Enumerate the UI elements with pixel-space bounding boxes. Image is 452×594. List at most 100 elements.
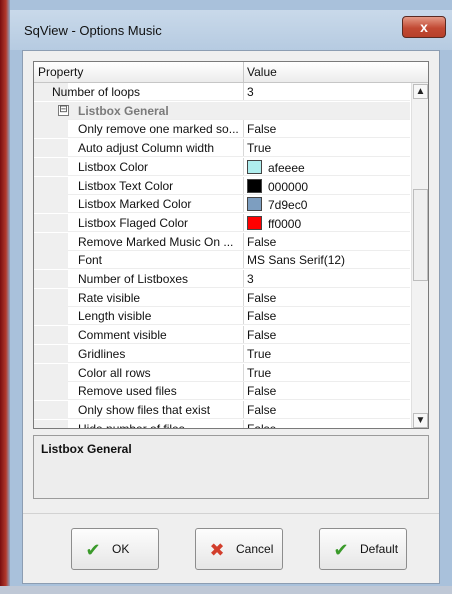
property-value[interactable]: 3	[247, 272, 254, 286]
row-gridline	[68, 137, 410, 138]
property-value[interactable]: 3	[247, 85, 254, 99]
row-gridline	[68, 418, 410, 419]
property-value-text: False	[247, 122, 277, 136]
property-row[interactable]: Only show files that exist False	[34, 401, 410, 419]
ok-button[interactable]: ✔ OK	[71, 528, 159, 570]
property-value[interactable]: True	[247, 141, 271, 155]
column-header-property[interactable]: Property	[38, 65, 83, 79]
background-window-edge	[0, 0, 10, 594]
property-name: Hide number of files	[78, 422, 185, 429]
scroll-up-arrow-icon[interactable]: ▲	[413, 84, 428, 99]
row-gridline	[68, 231, 410, 232]
row-gutter	[34, 158, 68, 176]
property-name: Length visible	[78, 309, 152, 323]
property-row[interactable]: Number of loops 3	[34, 83, 410, 101]
close-button[interactable]: x	[402, 16, 446, 38]
property-value[interactable]: True	[247, 347, 271, 361]
column-gridline	[243, 177, 244, 195]
property-value[interactable]: MS Sans Serif(12)	[247, 253, 345, 267]
property-value[interactable]: False	[247, 291, 276, 305]
property-row[interactable]: Remove used files False	[34, 382, 410, 400]
window-title: SqView - Options Music	[24, 23, 162, 38]
column-gridline	[243, 382, 244, 400]
property-row[interactable]: Listbox Text Color 000000	[34, 177, 410, 195]
scrollbar-thumb[interactable]	[413, 189, 428, 281]
property-value-text: False	[247, 291, 277, 305]
description-title: Listbox General	[41, 442, 132, 456]
column-gridline	[243, 158, 244, 176]
property-row[interactable]: Number of Listboxes 3	[34, 270, 410, 288]
property-value[interactable]: True	[247, 366, 271, 380]
row-gridline	[68, 399, 410, 400]
column-gridline	[243, 270, 244, 288]
property-row[interactable]: Comment visible False	[34, 326, 410, 344]
column-gridline	[243, 345, 244, 363]
property-row[interactable]: Gridlines True	[34, 345, 410, 363]
row-gridline	[68, 324, 410, 325]
property-value[interactable]: 000000	[247, 179, 308, 194]
property-value[interactable]: False	[247, 328, 276, 342]
property-value[interactable]: ff0000	[247, 216, 301, 231]
default-button[interactable]: ✔ Default	[319, 528, 407, 570]
property-name: Remove used files	[78, 384, 177, 398]
property-row[interactable]: Auto adjust Column width True	[34, 139, 410, 157]
row-gutter	[34, 307, 68, 325]
row-gridline	[68, 343, 410, 344]
scroll-down-arrow-icon[interactable]: ▼	[413, 413, 428, 428]
column-gridline	[243, 195, 244, 213]
property-row[interactable]: Hide number of files False	[34, 420, 410, 429]
column-divider[interactable]	[243, 62, 244, 82]
row-gutter	[34, 289, 68, 307]
collapse-icon[interactable]: ⊟	[58, 105, 69, 116]
separator	[23, 513, 439, 514]
property-row[interactable]: Color all rows True	[34, 364, 410, 382]
property-row[interactable]: Font MS Sans Serif(12)	[34, 251, 410, 269]
property-name: Listbox Flaged Color	[78, 216, 189, 230]
property-value[interactable]: False	[247, 384, 276, 398]
column-gridline	[243, 326, 244, 344]
column-gridline	[243, 307, 244, 325]
property-name: Color all rows	[78, 366, 151, 380]
property-name: Remove Marked Music On ...	[78, 235, 234, 249]
category-row[interactable]: ⊟ Listbox General	[34, 102, 410, 120]
column-gridline	[243, 214, 244, 232]
property-value[interactable]: False	[247, 309, 276, 323]
column-gridline	[243, 420, 244, 428]
property-value[interactable]: False	[247, 422, 277, 429]
property-value-text: False	[247, 422, 277, 429]
property-row[interactable]: Remove Marked Music On ... False	[34, 233, 410, 251]
dialog-client-area: Property Value Number of loops 3 ⊟ Listbox …	[22, 50, 440, 584]
cancel-button[interactable]: ✖ Cancel	[195, 528, 283, 570]
title-bar[interactable]: SqView - Options Music x	[10, 10, 452, 50]
description-panel: Listbox General	[33, 435, 429, 499]
property-value[interactable]: 7d9ec0	[247, 197, 307, 212]
property-row[interactable]: Length visible False	[34, 307, 410, 325]
vertical-scrollbar[interactable]: ▲ ▼	[411, 83, 428, 428]
row-gutter	[34, 270, 68, 288]
row-gutter	[34, 420, 68, 428]
property-row[interactable]: Listbox Marked Color 7d9ec0	[34, 195, 410, 213]
property-name: Number of Listboxes	[78, 272, 189, 286]
property-name: Gridlines	[78, 347, 126, 361]
property-row[interactable]: Listbox Color afeeee	[34, 158, 410, 176]
property-name: Auto adjust Column width	[78, 141, 215, 155]
property-value[interactable]: False	[247, 235, 276, 249]
property-row[interactable]: Only remove one marked so... False	[34, 120, 410, 138]
property-value-text: True	[247, 347, 272, 361]
property-value[interactable]: afeeee	[247, 160, 305, 175]
property-value-text: False	[247, 328, 277, 342]
check-icon: ✔	[85, 540, 101, 560]
column-header-value[interactable]: Value	[247, 65, 277, 79]
property-value[interactable]: False	[247, 122, 276, 136]
row-gridline	[68, 175, 410, 176]
row-gridline	[68, 268, 410, 269]
row-gridline	[68, 100, 410, 101]
property-value[interactable]: False	[247, 403, 276, 417]
property-row[interactable]: Rate visible False	[34, 289, 410, 307]
row-gutter	[34, 251, 68, 269]
row-gutter	[34, 401, 68, 419]
cancel-icon: ✖	[209, 540, 225, 560]
property-row[interactable]: Listbox Flaged Color ff0000	[34, 214, 410, 232]
row-gutter	[34, 345, 68, 363]
column-gridline	[243, 83, 244, 101]
